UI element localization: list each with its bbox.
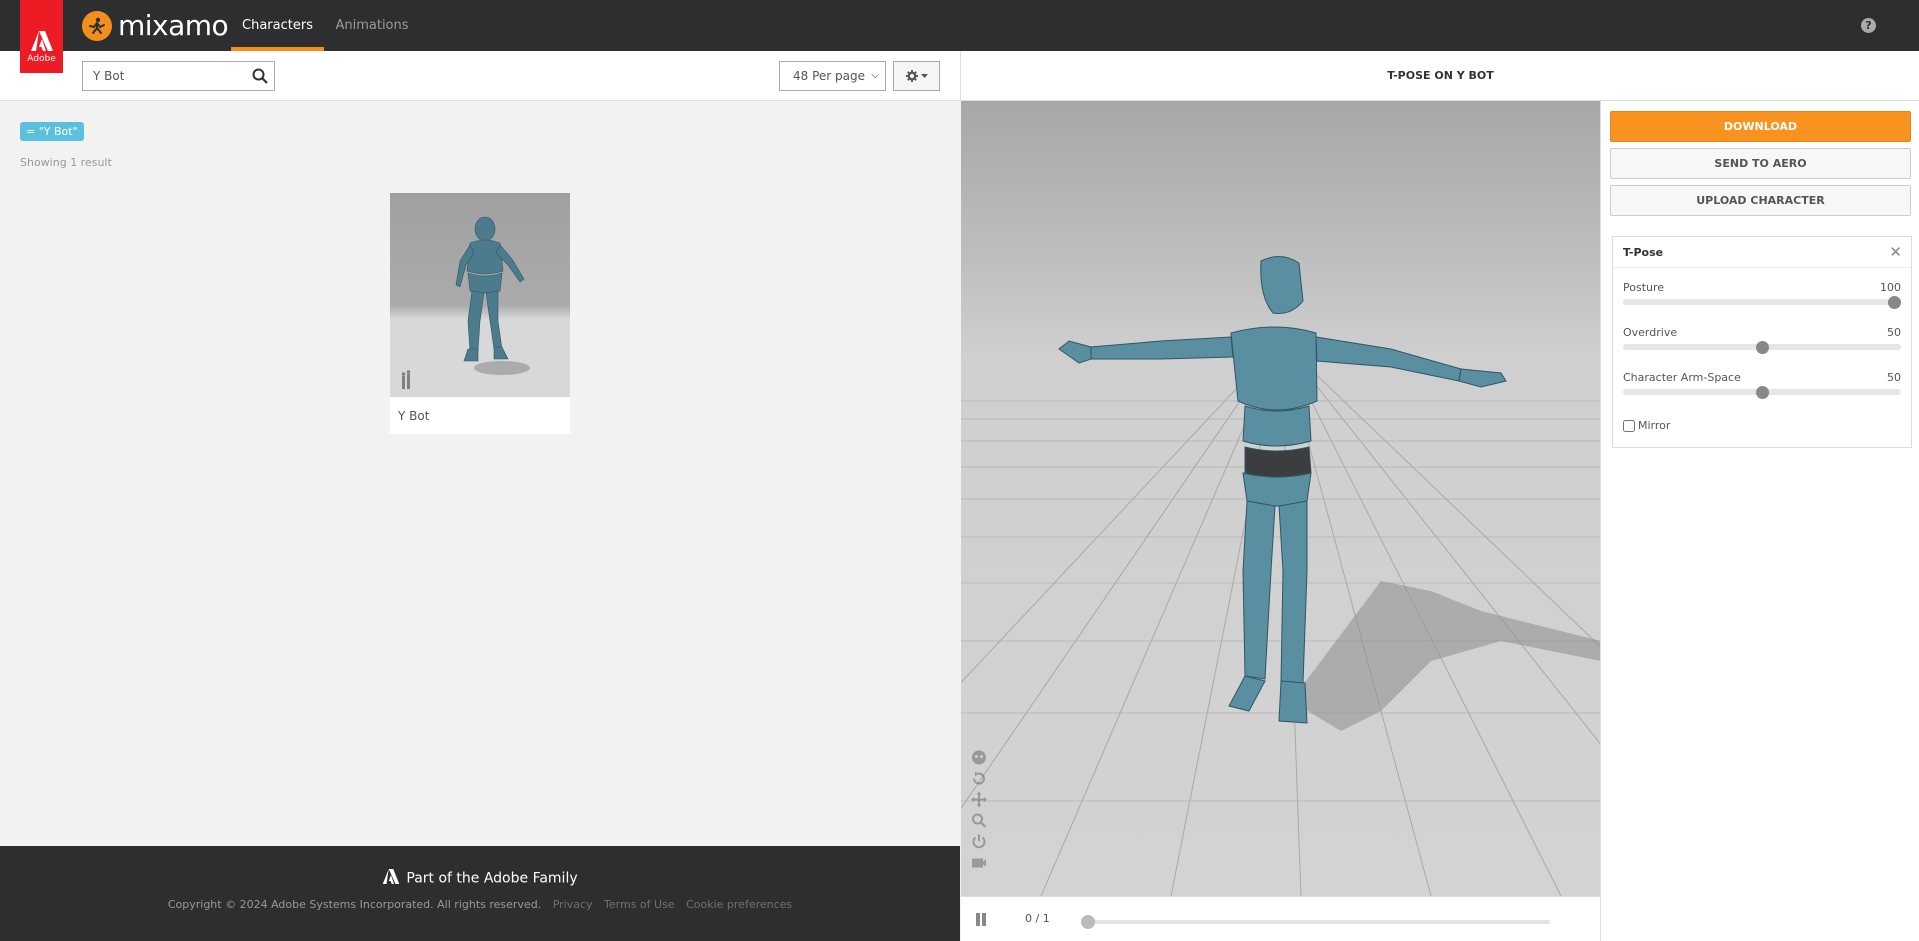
tab-animations[interactable]: Animations (332, 0, 412, 51)
mixamo-logo[interactable]: mixamo (82, 10, 228, 42)
slider-value: 50 (1887, 326, 1901, 339)
viewer-title: T-POSE ON Y BOT (961, 51, 1919, 101)
per-page-value: 48 Per page (793, 69, 865, 83)
search-icon[interactable] (252, 68, 268, 84)
copyright-text: Copyright © 2024 Adobe Systems Incorpora… (168, 898, 541, 911)
pause-icon[interactable] (975, 913, 987, 926)
viewport-tools (971, 749, 987, 871)
slider-handle[interactable] (1756, 341, 1769, 354)
slider-value: 50 (1887, 371, 1901, 384)
panel-title: T-Pose (1623, 246, 1663, 259)
footer-brand: Part of the Adobe Family (0, 869, 960, 888)
footer-brand-text: Part of the Adobe Family (406, 871, 577, 887)
tab-characters[interactable]: Characters (231, 0, 324, 51)
viewer-header: T-POSE ON Y BOT (960, 51, 1919, 101)
help-icon[interactable]: ? (1861, 18, 1876, 33)
slider-handle[interactable] (1756, 386, 1769, 399)
search-input[interactable] (83, 62, 243, 90)
per-page-select[interactable]: 48 Per page ⌵ (779, 61, 886, 91)
upload-character-button[interactable]: UPLOAD CHARACTER (1610, 185, 1911, 216)
character-card[interactable]: Y Bot (390, 193, 570, 434)
mirror-label: Mirror (1638, 419, 1670, 432)
animation-timeline: 0 / 1 (961, 896, 1600, 941)
skeleton-icon[interactable] (971, 749, 987, 766)
close-icon[interactable]: ✕ (1889, 237, 1902, 268)
side-panel: DOWNLOAD SEND TO AERO UPLOAD CHARACTER T… (1600, 101, 1919, 941)
terms-link[interactable]: Terms of Use (604, 898, 675, 911)
frame-counter: 0 / 1 (1025, 912, 1050, 925)
caret-down-icon (921, 74, 928, 78)
posture-slider: Posture 100 (1623, 281, 1901, 294)
character-thumbnail (390, 193, 570, 397)
reset-view-icon[interactable] (971, 770, 987, 787)
camera-icon[interactable] (971, 854, 987, 871)
panel-header: T-Pose ✕ (1613, 237, 1911, 268)
send-to-aero-button[interactable]: SEND TO AERO (1610, 148, 1911, 179)
slider-handle[interactable] (1888, 296, 1901, 309)
slider-track[interactable] (1623, 299, 1901, 305)
pan-icon[interactable] (971, 791, 987, 808)
gear-icon (906, 70, 918, 82)
app-name: mixamo (118, 11, 228, 41)
zoom-icon[interactable] (971, 812, 987, 829)
footer: Part of the Adobe Family Copyright © 202… (0, 846, 960, 941)
power-icon[interactable] (971, 833, 987, 850)
timeline-scrubber-track[interactable] (1086, 920, 1550, 924)
tpose-settings-panel: T-Pose ✕ Posture 100 Overdrive 50 Charac… (1612, 236, 1912, 448)
mixamo-logo-icon (82, 11, 112, 41)
results-toolbar: 48 Per page ⌵ (0, 51, 960, 101)
download-button[interactable]: DOWNLOAD (1610, 111, 1911, 142)
slider-label: Character Arm-Space (1623, 371, 1901, 384)
cookie-preferences-link[interactable]: Cookie preferences (686, 898, 792, 911)
top-nav-bar: mixamo Characters Animations ? (0, 0, 1919, 51)
character-card-label: Y Bot (398, 409, 429, 423)
footer-links: Copyright © 2024 Adobe Systems Incorpora… (0, 898, 960, 911)
search-box (82, 61, 275, 91)
adobe-logo-icon (31, 31, 53, 51)
overdrive-slider: Overdrive 50 (1623, 326, 1901, 339)
privacy-link[interactable]: Privacy (553, 898, 593, 911)
adobe-badge[interactable]: Adobe (20, 0, 63, 73)
character-scene (961, 101, 1600, 896)
search-filter-tag[interactable]: = "Y Bot" (20, 122, 84, 141)
adobe-label: Adobe (27, 54, 55, 64)
slider-value: 100 (1880, 281, 1901, 294)
mirror-option[interactable]: Mirror (1623, 419, 1670, 432)
timeline-scrubber-handle[interactable] (1081, 915, 1095, 929)
chevron-down-icon: ⌵ (871, 62, 879, 90)
arm-space-slider: Character Arm-Space 50 (1623, 371, 1901, 384)
slider-label: Overdrive (1623, 326, 1901, 339)
settings-dropdown-button[interactable] (893, 61, 940, 91)
adobe-logo-icon (382, 869, 400, 888)
mirror-checkbox[interactable] (1623, 420, 1635, 432)
3d-viewport[interactable] (961, 101, 1600, 896)
slider-label: Posture (1623, 281, 1901, 294)
result-count: Showing 1 result (20, 156, 112, 169)
